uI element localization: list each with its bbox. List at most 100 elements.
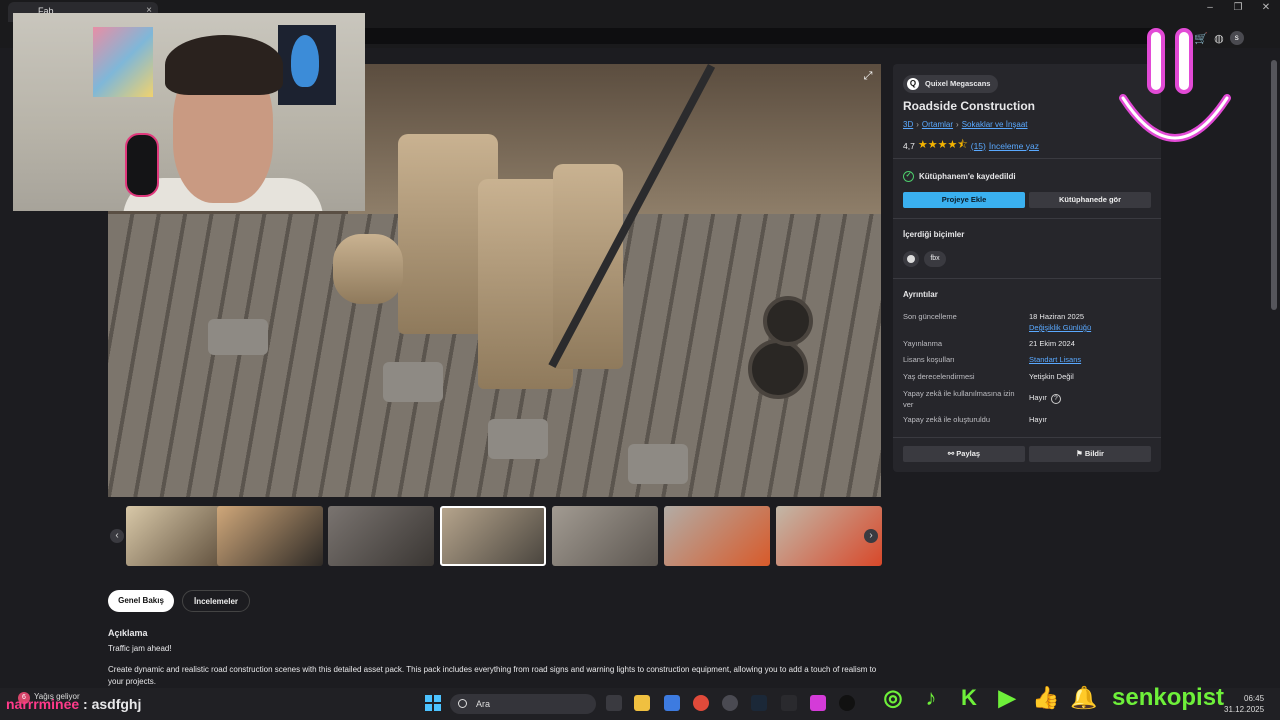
scrollbar-thumb[interactable] — [1271, 60, 1277, 310]
divider — [893, 278, 1161, 279]
rating-value: 4,7 — [903, 140, 915, 151]
image-stone — [208, 319, 268, 355]
thumbnail[interactable] — [217, 506, 323, 566]
minimize-button[interactable]: – — [1196, 2, 1224, 18]
chat-username: narrrminee — [6, 696, 80, 712]
check-circle-icon: ✓ — [903, 171, 914, 182]
breadcrumb-item[interactable]: Sokaklar ve İnşaat — [962, 120, 1028, 129]
rating: 4,7 ★★★★⯪ (15) İnceleme yaz — [903, 136, 1039, 155]
webcam-parrot-art — [291, 35, 319, 87]
kick-icon: K — [961, 685, 977, 710]
youtube-icon: ▶ — [998, 685, 1016, 710]
taskbar-search[interactable]: Ara — [450, 694, 596, 714]
thumbnail[interactable] — [552, 506, 658, 566]
steam-icon[interactable] — [751, 695, 767, 711]
chevron-right-icon: › — [916, 120, 919, 129]
breadcrumb-item[interactable]: 3D — [903, 120, 913, 129]
changelog-link[interactable]: Değişiklik Günlüğü — [1029, 323, 1091, 332]
obs-icon[interactable] — [722, 695, 738, 711]
divider — [893, 437, 1161, 438]
chat-message: : asdfghj — [79, 696, 142, 712]
chrome-icon[interactable] — [693, 695, 709, 711]
star-rating: ★★★★⯪ — [918, 136, 968, 155]
image-stone — [628, 444, 688, 484]
rating-count[interactable]: (15) — [971, 141, 986, 151]
chevron-right-icon: › — [956, 120, 959, 129]
bell-icon: 🔔 — [1070, 685, 1098, 710]
tab-reviews[interactable]: İncelemeler — [182, 590, 250, 612]
formats-label: İçerdiği biçimler — [903, 230, 965, 239]
share-label: Paylaş — [956, 449, 981, 458]
detail-key: Yaş derecelendirmesi — [903, 372, 975, 381]
add-to-project-button[interactable]: Projeye Ekle — [903, 192, 1025, 208]
windows-start-icon[interactable] — [425, 695, 441, 711]
webcam-person-hair — [165, 35, 283, 95]
detail-key: Son güncelleme — [903, 312, 957, 321]
report-button[interactable]: ⚑ Bildir — [1029, 446, 1151, 462]
image-stone — [383, 362, 443, 402]
description-body: Create dynamic and realistic road constr… — [108, 665, 877, 686]
search-placeholder: Ara — [476, 699, 491, 709]
star-icon: ⯪ — [957, 139, 968, 151]
thumbnail[interactable] — [328, 506, 434, 566]
description-line: Traffic jam ahead! — [108, 644, 172, 653]
saved-status: ✓ Kütüphanem'e kaydedildi — [903, 171, 1016, 182]
epic-games-icon[interactable] — [781, 695, 797, 711]
star-icon: ★ — [937, 139, 948, 151]
flag-icon: ⚑ — [1076, 449, 1085, 458]
scrollbar[interactable] — [1270, 48, 1278, 688]
detail-value: 21 Ekim 2024 — [1029, 339, 1075, 348]
detail-key: Yayınlanma — [903, 339, 943, 348]
thumbnail-selected[interactable] — [440, 506, 546, 566]
webcam-headset — [125, 133, 159, 197]
view-in-library-button[interactable]: Kütüphanede gör — [1029, 192, 1151, 208]
breadcrumb: 3D › Ortamlar › Sokaklar ve İnşaat — [903, 120, 1028, 129]
star-icon: ★ — [917, 139, 928, 151]
clock-time: 06:45 — [1244, 694, 1265, 703]
thumbnail[interactable] — [664, 506, 770, 566]
detail-value: 18 Haziran 2025 — [1029, 312, 1085, 321]
quixel-logo-icon: Q — [907, 78, 919, 90]
unreal-format-icon — [903, 251, 919, 267]
detail-value: Hayır — [1029, 415, 1047, 424]
detail-value: Hayır — [1029, 393, 1047, 402]
smiley-overlay-icon — [1119, 28, 1231, 142]
thumbnail-prev-button[interactable]: ‹ — [110, 529, 124, 543]
unreal-engine-icon[interactable] — [839, 695, 855, 711]
tab-overview[interactable]: Genel Bakış — [108, 590, 174, 612]
write-review-link[interactable]: İnceleme yaz — [989, 141, 1039, 151]
format-fbx: fbx — [924, 251, 946, 267]
tiktok-icon: ♪ — [925, 685, 937, 710]
thumbnail-next-button[interactable]: › — [864, 529, 878, 543]
social-overlay: ◎ ♪ K ▶ 👍 🔔 senkopist — [880, 684, 1224, 712]
app-icon[interactable] — [810, 695, 826, 711]
expand-icon[interactable]: ⤢ — [861, 70, 875, 84]
detail-value-row: Hayır? — [1029, 393, 1061, 404]
url-field[interactable] — [360, 28, 1160, 44]
file-explorer-icon[interactable] — [634, 695, 650, 711]
task-view-icon[interactable] — [606, 695, 622, 711]
breadcrumb-item[interactable]: Ortamlar — [922, 120, 953, 129]
share-button[interactable]: ⚯ Paylaş — [903, 446, 1025, 462]
webcam-painting — [93, 27, 153, 97]
maximize-button[interactable]: ❐ — [1224, 2, 1252, 18]
detail-key: Yapay zekâ ile kullanılmasına izin ver — [903, 389, 1015, 409]
divider — [893, 218, 1161, 219]
chat-overlay: narrrminee : asdfghj — [6, 696, 141, 712]
thumbnail-strip: ‹ › — [108, 503, 882, 569]
search-icon — [458, 699, 467, 708]
close-window-button[interactable]: ✕ — [1252, 2, 1280, 18]
store-icon[interactable] — [664, 695, 680, 711]
license-link[interactable]: Standart Lisans — [1029, 355, 1081, 364]
brand-name: Quixel Megascans — [925, 79, 991, 88]
asset-title: Roadside Construction — [903, 99, 1036, 113]
detail-key: Yapay zekâ ile oluşturuldu — [903, 415, 990, 424]
help-icon[interactable]: ? — [1050, 394, 1061, 404]
details-label: Ayrıntılar — [903, 290, 938, 299]
image-sack — [333, 234, 403, 304]
brand-badge[interactable]: Q Quixel Megascans — [903, 75, 999, 93]
taskbar-clock[interactable]: 06:45 31.12.2025 — [1224, 693, 1264, 715]
saved-text: Kütüphanem'e kaydedildi — [919, 172, 1016, 181]
report-label: Bildir — [1084, 449, 1104, 458]
image-stone — [488, 419, 548, 459]
